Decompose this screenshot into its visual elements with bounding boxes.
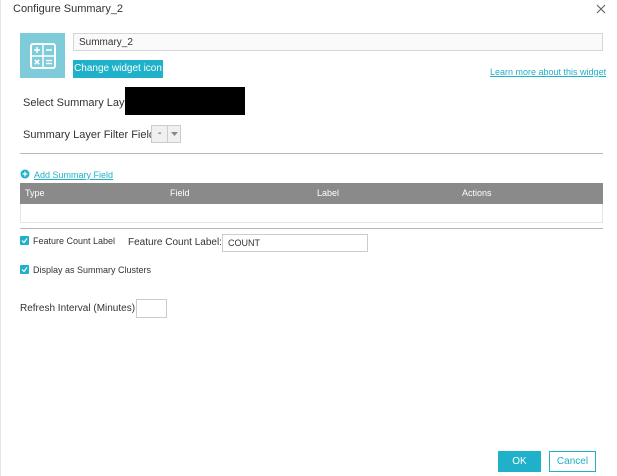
- dialog-title: Configure Summary_2: [13, 3, 124, 15]
- column-header-label: Label: [317, 188, 340, 198]
- ok-button[interactable]: OK: [498, 451, 541, 472]
- chevron-down-icon: [167, 126, 180, 142]
- summary-fields-table-header: Type Field Label Actions: [20, 183, 603, 204]
- feature-count-input-label: Feature Count Label:: [128, 237, 222, 248]
- filter-field-value: -: [158, 128, 162, 139]
- summary-layer-label: Select Summary Layer:: [23, 97, 138, 109]
- column-header-type: Type: [25, 188, 45, 198]
- column-header-field: Field: [170, 188, 190, 198]
- divider-top: [20, 153, 603, 154]
- summary-layer-selector[interactable]: [125, 87, 245, 115]
- divider-middle: [20, 228, 603, 229]
- summary-clusters-checkbox[interactable]: [20, 265, 29, 274]
- feature-count-checkbox-label: Feature Count Label: [33, 236, 116, 246]
- dialog-title-bar: Configure Summary_2: [1, 0, 617, 20]
- add-circle-icon: [20, 166, 30, 184]
- cancel-button[interactable]: Cancel: [549, 451, 596, 472]
- add-summary-field-label: Add Summary Field: [34, 170, 114, 180]
- calculator-icon: [20, 33, 65, 78]
- filter-field-label: Summary Layer Filter Field:: [23, 129, 159, 141]
- refresh-interval-input[interactable]: [136, 299, 167, 318]
- column-header-actions: Actions: [462, 188, 492, 198]
- close-icon[interactable]: [594, 2, 608, 16]
- summary-clusters-label: Display as Summary Clusters: [33, 265, 152, 275]
- configure-dialog: Configure Summary_2 Change widget icon L…: [0, 0, 617, 476]
- change-widget-icon-button[interactable]: Change widget icon: [73, 60, 163, 78]
- widget-name-input[interactable]: [73, 33, 603, 51]
- summary-fields-table-body: [20, 204, 603, 223]
- add-summary-field-button[interactable]: Add Summary Field: [20, 166, 113, 184]
- feature-count-checkbox[interactable]: [20, 236, 29, 245]
- learn-more-link[interactable]: Learn more about this widget: [490, 67, 606, 77]
- feature-count-label-input[interactable]: [222, 234, 368, 252]
- refresh-interval-label: Refresh Interval (Minutes):: [20, 303, 138, 314]
- filter-field-select[interactable]: -: [151, 125, 181, 143]
